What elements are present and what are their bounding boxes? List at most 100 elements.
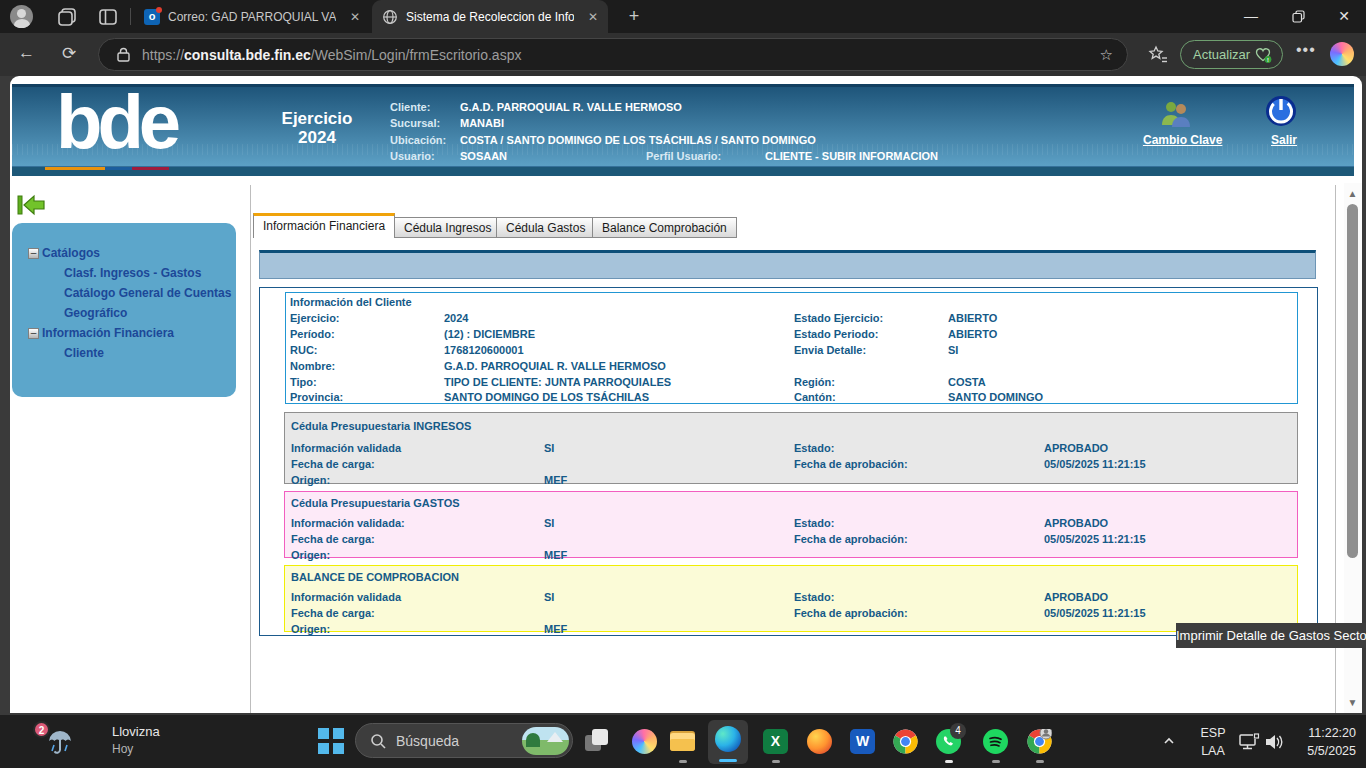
tab-close-icon[interactable]: ✕ — [588, 10, 598, 24]
volume-icon[interactable] — [1263, 732, 1285, 752]
users-icon[interactable] — [1158, 99, 1194, 129]
ubicacion-label: Ubicación: — [390, 134, 446, 146]
search-highlight-image[interactable] — [522, 727, 569, 755]
site-header: bde Ejercicio2024 Cliente: G.A.D. PARROQ… — [12, 84, 1354, 176]
field-label: Fecha de carga: — [291, 533, 375, 545]
tray-chevron-icon[interactable] — [1163, 735, 1175, 747]
panel-gastos: Cédula Presupuestaria GASTOS Información… — [284, 491, 1298, 558]
bde-logo: bde — [56, 78, 176, 165]
tab-balance-comprobacion[interactable]: Balance Comprobación — [592, 217, 737, 238]
search-box[interactable]: Búsqueda — [355, 723, 573, 758]
taskbar: 2 Llovizna Hoy Búsqueda X W 4 — [0, 715, 1366, 768]
word-icon[interactable]: W — [850, 729, 875, 754]
panel-title: Cédula Presupuestaria GASTOS — [291, 497, 460, 509]
profile-avatar[interactable] — [10, 5, 33, 28]
chrome-icon[interactable] — [893, 729, 918, 754]
sidebar-item-catalogos[interactable]: Catálogos — [42, 246, 100, 260]
whatsapp-badge: 4 — [950, 723, 966, 739]
sucursal-value: MANABI — [460, 117, 504, 129]
scroll-down-icon[interactable]: ▼ — [1347, 697, 1358, 708]
tab-informacion-financiera[interactable]: Información Financiera — [253, 213, 395, 238]
new-tab-button[interactable]: + — [622, 4, 646, 28]
tab-correo[interactable]: o Correo: GAD PARROQUIAL VALLE ✕ — [134, 0, 370, 33]
field-label: Estado Ejercicio: — [794, 312, 883, 324]
field-label: Nombre: — [290, 360, 335, 372]
tab-actions-icon[interactable] — [97, 6, 119, 28]
sidebar-item-informacion-financiera[interactable]: Información Financiera — [42, 326, 174, 340]
field-label: Región: — [794, 376, 835, 388]
perfil-label: Perfil Usuario: — [646, 150, 721, 162]
spotify-icon[interactable] — [983, 729, 1008, 754]
chrome-profile-icon[interactable] — [1027, 729, 1052, 754]
restore-button[interactable] — [1276, 0, 1320, 32]
field-value: MEF — [544, 549, 567, 561]
tab-close-icon[interactable]: ✕ — [350, 10, 360, 24]
sidebar-item-catalogo-general[interactable]: Catálogo General de Cuentas — [64, 286, 231, 300]
minimize-button[interactable]: — — [1229, 0, 1273, 32]
sucursal-label: Sucursal: — [390, 117, 440, 129]
field-value: SANTO DOMINGO DE LOS TSÁCHILAS — [444, 391, 649, 403]
copilot-icon[interactable] — [1330, 42, 1354, 66]
favorites-hub-icon[interactable] — [1148, 45, 1168, 65]
panel-ingresos: Cédula Presupuestaria INGRESOS Informaci… — [284, 412, 1298, 484]
salir-link[interactable]: Salir — [1271, 133, 1297, 147]
excel-icon[interactable]: X — [763, 729, 788, 754]
collapse-icon[interactable]: – — [28, 248, 39, 259]
back-arrow-icon[interactable] — [17, 194, 45, 216]
field-label: Información validada: — [291, 517, 405, 529]
field-value: 05/05/2025 11:21:15 — [1044, 607, 1146, 619]
firefox-icon[interactable] — [807, 729, 832, 754]
tab-cedula-gastos[interactable]: Cédula Gastos — [496, 217, 595, 238]
task-view-icon[interactable] — [585, 729, 610, 754]
field-value: MEF — [544, 623, 567, 635]
web-page: bde Ejercicio2024 Cliente: G.A.D. PARROQ… — [10, 76, 1362, 713]
scrollbar-thumb[interactable] — [1347, 204, 1358, 558]
tab-separator — [130, 8, 131, 25]
field-value: APROBADO — [1044, 442, 1108, 454]
close-button[interactable]: ✕ — [1322, 0, 1366, 32]
file-explorer-icon[interactable] — [670, 729, 695, 754]
field-value: G.A.D. PARROQUIAL R. VALLE HERMOSO — [444, 360, 666, 372]
cambio-clave-link[interactable]: Cambio Clave — [1143, 133, 1222, 147]
field-value: ABIERTO — [948, 312, 997, 324]
network-icon[interactable] — [1238, 732, 1260, 752]
start-button[interactable] — [318, 728, 344, 754]
field-label: Período: — [290, 328, 335, 340]
search-placeholder: Búsqueda — [396, 733, 459, 749]
field-label: Cantón: — [794, 391, 836, 403]
settings-menu-icon[interactable]: ••• — [1296, 41, 1316, 59]
edge-taskbar-button[interactable] — [708, 720, 748, 764]
scroll-up-icon[interactable]: ▲ — [1347, 188, 1358, 199]
lock-icon — [117, 47, 130, 62]
field-value: SANTO DOMINGO — [948, 391, 1043, 403]
client-info-fieldset: Información del Cliente Ejercicio: 2024 … — [285, 292, 1298, 404]
workspaces-icon[interactable] — [56, 6, 78, 28]
sidebar-item-clasf-ingresos-gastos[interactable]: Clasf. Ingresos - Gastos — [64, 266, 201, 280]
running-indicator — [992, 760, 1000, 763]
back-icon[interactable]: ← — [18, 43, 35, 63]
update-button[interactable]: Actualizar ! — [1180, 40, 1283, 69]
browser-toolbar: ← ⟳ https://consulta.bde.fin.ec/WebSim/L… — [0, 33, 1366, 76]
tab-sistema[interactable]: Sistema de Recoleccion de Inform ✕ — [372, 0, 608, 33]
collapse-icon[interactable]: – — [28, 328, 39, 339]
field-label: Fecha de aprobación: — [794, 533, 908, 545]
globe-icon — [382, 9, 398, 25]
clock[interactable]: 11:22:205/5/2025 — [1290, 724, 1356, 760]
bookmark-star-icon[interactable]: ☆ — [1100, 46, 1113, 64]
field-label: RUC: — [290, 344, 318, 356]
sidebar-item-cliente[interactable]: Cliente — [64, 346, 104, 360]
weather-condition[interactable]: Llovizna — [112, 724, 160, 739]
power-icon[interactable] — [1264, 94, 1298, 128]
tab-cedula-ingresos[interactable]: Cédula Ingresos — [394, 217, 501, 238]
field-value: 05/05/2025 11:21:15 — [1044, 458, 1146, 470]
taskbar-copilot-icon[interactable] — [632, 729, 657, 754]
sidebar-item-geografico[interactable]: Geográfico — [64, 306, 127, 320]
field-value: 1768120600001 — [444, 344, 524, 356]
field-label: Origen: — [291, 474, 330, 486]
panel-title: BALANCE DE COMPROBACION — [291, 571, 459, 583]
refresh-icon[interactable]: ⟳ — [62, 43, 76, 64]
field-value: SI — [544, 517, 554, 529]
svg-text:!: ! — [1267, 56, 1269, 62]
language-indicator[interactable]: ESPLAA — [1196, 724, 1230, 760]
address-bar[interactable]: https://consulta.bde.fin.ec/WebSim/Login… — [98, 38, 1128, 71]
